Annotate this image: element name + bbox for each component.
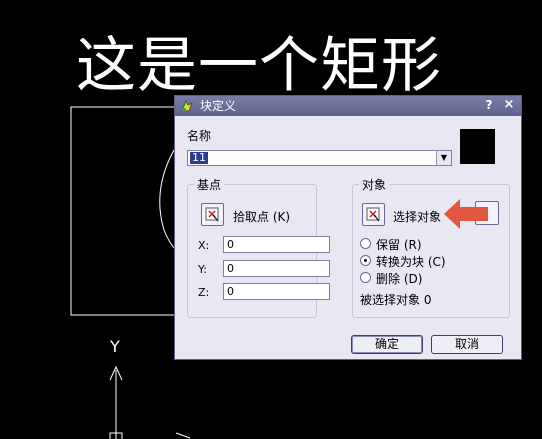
select-objects-label: 选择对象	[393, 210, 442, 224]
drawing-text-label: 这是一个矩形	[76, 31, 442, 101]
convert-to-block-label: 转换为块 (C)	[376, 255, 446, 269]
y-coordinate-label: Y:	[198, 263, 207, 276]
z-coordinate-label: Z:	[198, 286, 210, 299]
block-preview	[460, 129, 495, 164]
annotation-arrow-icon	[444, 199, 488, 229]
rectangle-shape	[70, 106, 176, 316]
objects-title: 对象	[359, 176, 390, 193]
ucs-y-label: Y	[110, 337, 120, 356]
pick-point-button[interactable]	[201, 203, 224, 226]
retain-label: 保留 (R)	[376, 238, 422, 252]
block-app-icon	[181, 99, 193, 112]
select-objects-button[interactable]	[362, 203, 385, 226]
chevron-down-icon[interactable]: ▼	[436, 151, 451, 165]
pick-point-label: 拾取点 (K)	[233, 210, 291, 224]
retain-radio[interactable]	[360, 238, 371, 249]
dialog-titlebar[interactable]: 块定义 ? ×	[175, 96, 521, 116]
close-button[interactable]: ×	[503, 97, 515, 113]
help-button[interactable]: ?	[483, 97, 495, 113]
y-coordinate-input[interactable]: 0	[223, 260, 330, 277]
block-name-combobox[interactable]: 11 ▼	[187, 150, 452, 166]
select-objects-icon	[366, 207, 380, 222]
pick-point-icon	[205, 207, 219, 222]
cancel-button[interactable]: 取消	[431, 335, 503, 354]
dialog-title: 块定义	[200, 99, 237, 113]
z-coordinate-input[interactable]: 0	[223, 283, 330, 300]
delete-radio[interactable]	[360, 272, 371, 283]
ok-button[interactable]: 确定	[351, 335, 423, 354]
base-point-title: 基点	[194, 176, 225, 193]
convert-to-block-radio[interactable]	[360, 255, 371, 266]
ucs-x-arrow-icon	[175, 432, 191, 439]
x-coordinate-label: X:	[198, 239, 210, 252]
x-coordinate-input[interactable]: 0	[223, 236, 330, 253]
name-label: 名称	[187, 129, 212, 143]
base-point-group: 基点 拾取点 (K) X: 0 Y: 0 Z: 0	[187, 176, 330, 318]
block-name-value: 11	[190, 151, 208, 164]
selected-count: 被选择对象 0	[360, 293, 432, 307]
delete-label: 删除 (D)	[376, 272, 423, 286]
